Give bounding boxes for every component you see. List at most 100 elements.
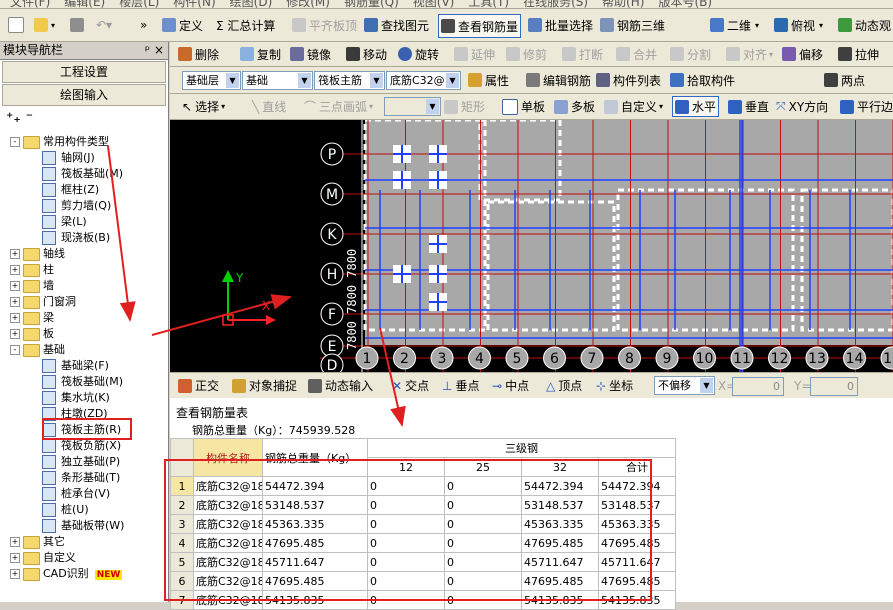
single-slab-button[interactable]: 单板 (502, 94, 545, 119)
category-select[interactable]: 基础 ▼ (242, 71, 313, 90)
x-coord-input[interactable]: 0 (732, 377, 784, 396)
tree-item[interactable]: 轴网(J) (42, 150, 95, 166)
menu-item[interactable]: 编辑(E) (64, 0, 105, 8)
save-button[interactable] (70, 9, 87, 41)
view-2d-dropdown[interactable]: 二维 ▾ (710, 9, 759, 41)
move-button[interactable]: 移动 (346, 42, 387, 66)
define-button[interactable]: 定义 (162, 9, 203, 41)
project-settings-button[interactable]: 工程设置 (2, 61, 166, 83)
tree-item[interactable]: + CAD识别 NEW (10, 566, 123, 582)
top-view-dropdown[interactable]: 俯视 ▾ (774, 9, 823, 41)
multi-slab-button[interactable]: 多板 (554, 94, 595, 119)
arc-dropdown[interactable]: ⌒ 三点画弧 ▾ (304, 94, 373, 119)
tree-item[interactable]: + 墙 (10, 278, 54, 294)
ortho-toggle[interactable]: 正交 (178, 373, 219, 398)
dynamic-input-toggle[interactable]: 动态输入 (308, 373, 373, 398)
tree-item[interactable]: + 板 (10, 326, 54, 342)
extend-button[interactable]: 延伸 (454, 42, 495, 66)
expand-icon[interactable]: + (10, 553, 20, 563)
offset-button[interactable]: 偏移 (782, 42, 823, 66)
menu-item[interactable]: 绘图(D) (230, 0, 273, 8)
expand-all-icon[interactable]: ⁺₊ ⁻ (6, 110, 33, 126)
menu-item[interactable]: 工具(T) (468, 0, 509, 8)
rebar-3d-button[interactable]: 钢筋三维 (600, 9, 665, 41)
menu-item[interactable]: 在线服务(S) (523, 0, 588, 8)
parallel-edge-button[interactable]: 平行边 (840, 94, 893, 119)
edit-rebar-button[interactable]: 编辑钢筋 (526, 67, 591, 93)
tree-item[interactable]: + 自定义 (10, 550, 76, 566)
table-row[interactable]: 5 底筋C32@18 45711.647 0 0 45711.647 45711.647 (170, 552, 676, 572)
menu-item[interactable]: 帮助(H) (602, 0, 644, 8)
delete-button[interactable]: 删除 (178, 42, 219, 66)
merge-button[interactable]: 合并 (616, 42, 657, 66)
split-button[interactable]: 分割 (670, 42, 711, 66)
floor-select[interactable]: 基础层 ▼ (182, 71, 241, 90)
draw-mode-select[interactable]: ▼ (384, 97, 441, 116)
table-row[interactable]: 1 底筋C32@18 54472.394 0 0 54472.394 54472.394 (170, 476, 676, 496)
pick-element-button[interactable]: 拾取构件 (670, 67, 735, 93)
expand-icon[interactable]: + (10, 265, 20, 275)
menu-item[interactable]: 视图(V) (413, 0, 455, 8)
stretch-button[interactable]: 拉伸 (838, 42, 879, 66)
menu-item[interactable]: 修改(M) (286, 0, 330, 8)
table-row[interactable]: 3 底筋C32@18 45363.335 0 0 45363.335 45363.335 (170, 514, 676, 534)
custom-dropdown[interactable]: 自定义 ▾ (604, 94, 663, 119)
tree-item[interactable]: 桩承台(V) (42, 486, 110, 502)
tree-item[interactable]: 框柱(Z) (42, 182, 99, 198)
menu-item[interactable]: 文件(F) (10, 0, 50, 8)
break-button[interactable]: 打断 (562, 42, 603, 66)
flat-top-button[interactable]: 平齐板顶 (292, 9, 357, 41)
expand-icon[interactable]: + (10, 537, 20, 547)
offset-mode-select[interactable]: 不偏移 ▼ (654, 376, 715, 395)
mirror-button[interactable]: 镜像 (290, 42, 331, 66)
horizontal-button[interactable]: 水平 (672, 96, 720, 117)
menu-item[interactable]: 版本号(B) (658, 0, 712, 8)
table-row[interactable]: 2 底筋C32@18 53148.537 0 0 53148.537 53148.537 (170, 495, 676, 515)
tree-item[interactable]: + 梁 (10, 310, 54, 326)
sum-calc-button[interactable]: Σ 汇总计算 (216, 9, 275, 41)
copy-button[interactable]: 复制 (240, 42, 281, 66)
perp-point-snap[interactable]: ⊥ 垂点 (442, 373, 479, 398)
tree-item[interactable]: 集水坑(K) (42, 390, 110, 406)
drawing-canvas[interactable]: 7800 7800 7800 P M K H F E D 1 2 3 4 5 6 7 8 9 10 11 12 13 14… (170, 120, 893, 372)
menu-item[interactable]: 构件(N) (173, 0, 215, 8)
cross-point-snap[interactable]: ✕ 交点 (392, 373, 429, 398)
tree-item[interactable]: 筏板负筋(X) (42, 438, 121, 454)
tree-item[interactable]: + 轴线 (10, 246, 65, 262)
new-file-button[interactable] (8, 9, 27, 41)
element-list-button[interactable]: 构件列表 (596, 67, 661, 93)
object-snap-toggle[interactable]: 对象捕捉 (232, 373, 297, 398)
rotate-button[interactable]: 旋转 (398, 42, 439, 66)
collapse-icon[interactable]: - (10, 137, 20, 147)
view-rebar-button[interactable]: 查看钢筋量 (438, 14, 522, 38)
type-select[interactable]: 筏板主筋 ▼ (314, 71, 385, 90)
trim-button[interactable]: 修剪 (506, 42, 547, 66)
tree-item[interactable]: + 其它 (10, 534, 65, 550)
tree-item[interactable]: 梁(L) (42, 214, 87, 230)
xy-direction-button[interactable]: ⤧ XY方向 (776, 94, 828, 119)
rect-button[interactable]: 矩形 (444, 94, 485, 119)
tree-item[interactable]: 独立基础(P) (42, 454, 120, 470)
expand-icon[interactable]: + (10, 569, 20, 579)
tree-item[interactable]: 基础梁(F) (42, 358, 109, 374)
open-file-button[interactable]: ▾ (34, 9, 55, 41)
mid-point-snap[interactable]: ⊸ 中点 (492, 373, 529, 398)
menu-item[interactable]: 钢筋量(Q) (344, 0, 399, 8)
table-row[interactable]: 6 底筋C32@18 47695.485 0 0 47695.485 47695.485 (170, 571, 676, 591)
vertical-button[interactable]: 垂直 (728, 94, 769, 119)
tree-item[interactable]: - 常用构件类型 (10, 134, 109, 150)
batch-select-button[interactable]: 批量选择 (528, 9, 593, 41)
tree-item[interactable]: + 柱 (10, 262, 54, 278)
expand-icon[interactable]: + (10, 281, 20, 291)
tree-item[interactable]: - 基础 (10, 342, 65, 358)
two-points-button[interactable]: 两点 (824, 67, 865, 93)
pin-icon[interactable]: ᵖ (145, 42, 150, 59)
y-coord-input[interactable]: 0 (810, 377, 858, 396)
draw-input-button[interactable]: 绘图输入 (2, 84, 166, 106)
table-row[interactable]: 7 底筋C32@18 54135.835 0 0 54135.835 54135.835 (170, 590, 676, 610)
tree-item[interactable]: 基础板带(W) (42, 518, 124, 534)
tree-item[interactable]: 筏板基础(M) (42, 374, 123, 390)
element-select[interactable]: 底筋C32@ ▼ (386, 71, 461, 90)
tree-item[interactable]: 剪力墙(Q) (42, 198, 111, 214)
tree-item[interactable]: 桩(U) (42, 502, 89, 518)
